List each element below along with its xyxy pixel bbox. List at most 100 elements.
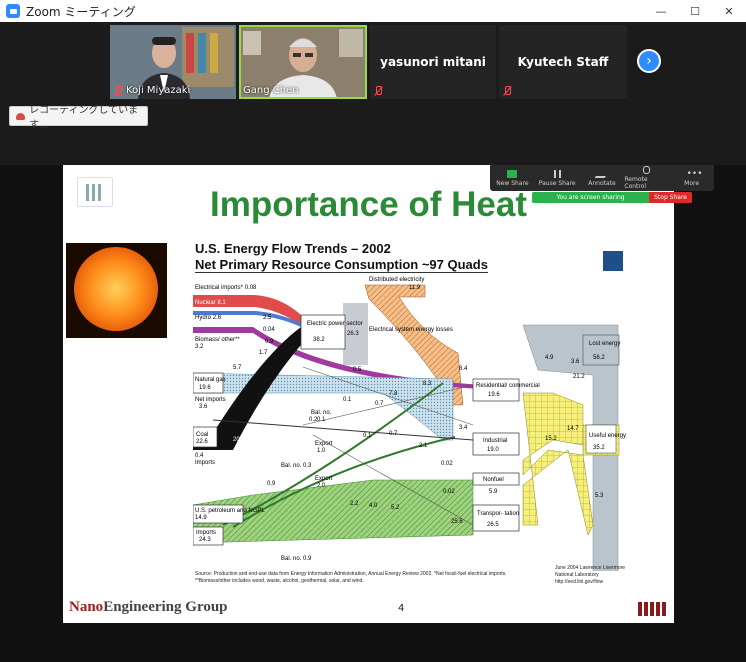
window-title: Zoom ミーティング (26, 4, 136, 19)
close-icon[interactable]: ✕ (712, 0, 746, 22)
share-toolbar: New Share Pause Share Annotate Remote Co… (490, 165, 714, 191)
flow-label: 0.7 (375, 401, 384, 407)
mouse-icon (643, 166, 651, 174)
chart-subtitle: Net Primary Resource Consumption ~97 Qua… (195, 257, 488, 273)
chevron-right-icon: › (646, 53, 652, 69)
label-bal-no-3: Bal. no. 0.9 (281, 556, 312, 562)
flow-label: 20.0 (233, 437, 245, 443)
participant-tile-koji[interactable]: Koji Miyazaki (110, 25, 236, 99)
value-electric-power: 38.2 (313, 337, 325, 343)
recording-label: レコーディングしています... (29, 105, 139, 131)
value-net-imports: 3.6 (199, 404, 208, 410)
flow-label: 5.2 (391, 505, 400, 511)
chart-credit: June 2004 Lawrence Livermore National La… (555, 565, 626, 585)
value-distributed-electricity: 11.9 (409, 285, 421, 291)
participant-gallery: Koji Miyazaki Gang Chen yasunori mitani … (0, 22, 746, 165)
label-oil-imports: Imports (196, 530, 216, 536)
sun-image (66, 243, 167, 338)
pause-icon (553, 169, 561, 178)
window-controls: — ☐ ✕ (644, 0, 746, 22)
label-biomass: Biomass/ other** (195, 337, 240, 343)
zoom-app-icon (6, 4, 20, 18)
sharing-status-text: You are screen sharing (556, 194, 625, 201)
value-export-1: 1.0 (317, 448, 326, 454)
flow-label: 8.3 (423, 381, 432, 387)
participant-tile-yasunori[interactable]: yasunori mitani (370, 25, 496, 99)
new-share-icon (507, 169, 518, 178)
label-electrical-imports: Electrical imports* 0.08 (195, 285, 257, 291)
label-system-losses: Electrical system energy losses (369, 327, 453, 333)
label-petroleum: U.S. petroleum and NGPL (195, 508, 265, 514)
page-number: 4 (398, 603, 405, 614)
participant-tile-gang[interactable]: Gang Chen (239, 25, 367, 99)
label-coal: Coal (196, 432, 208, 438)
value-oil-imports: 24.3 (199, 537, 211, 543)
more-button[interactable]: ••• More (669, 165, 714, 191)
pause-share-label: Pause Share (538, 179, 576, 187)
flow-label: 0.9 (265, 339, 274, 345)
flow-label: 0.7 (389, 431, 398, 437)
participant-name: Koji Miyazaki (126, 85, 191, 96)
flow-label: 3.6 (571, 359, 580, 365)
value-export-2: 2.0 (317, 483, 326, 489)
maximize-icon[interactable]: ☐ (678, 0, 712, 22)
annotate-button[interactable]: Annotate (580, 165, 625, 191)
remote-control-button[interactable]: Remote Control (624, 165, 669, 191)
value-bal-no-1: 0.1 (317, 417, 326, 423)
value-natural-gas: 19.6 (199, 385, 211, 391)
participant-name: Kyutech Staff (517, 55, 609, 69)
more-label: More (684, 179, 700, 187)
value-residential: 19.6 (488, 392, 500, 398)
label-coal-imports: Imports (195, 460, 215, 466)
mic-muted-icon (114, 85, 123, 96)
flow-label: 5.7 (233, 365, 242, 371)
flow-label: 0.02 (443, 489, 455, 495)
mic-muted-icon (503, 86, 512, 96)
footer-nano: Nano (69, 599, 104, 615)
value-industrial: 19.0 (487, 447, 499, 453)
useful-energy-band (522, 392, 594, 536)
value-biomass: 3.2 (195, 344, 204, 350)
minimize-icon[interactable]: — (644, 0, 678, 22)
flow-label: 7.8 (389, 391, 398, 397)
annotate-label: Annotate (588, 179, 616, 187)
next-page-button[interactable]: › (637, 49, 661, 73)
flow-label: 4.9 (545, 355, 554, 361)
flow-label: 14.7 (567, 426, 579, 432)
flow-label: 0.1 (363, 433, 372, 439)
flow-label: 3.4 (459, 425, 468, 431)
llnl-logo-icon (603, 251, 623, 271)
chart-title: U.S. Energy Flow Trends – 2002 (195, 241, 391, 256)
label-net-imports: Net imports (195, 397, 226, 403)
value-petroleum: 14.9 (195, 515, 207, 521)
mit-logo-icon (638, 602, 666, 616)
label-lost-energy: Lost energy (589, 341, 620, 347)
flow-label: 2.2 (350, 501, 359, 507)
label-industrial: Industrial (483, 438, 507, 444)
screen-sharing-status: You are screen sharing Stop Share (532, 192, 692, 203)
flow-label: 1.7 (259, 350, 268, 356)
label-nonfuel: Nonfuel (483, 477, 504, 483)
value-coal-imports: 0.4 (195, 453, 204, 459)
pencil-icon (594, 169, 610, 178)
flow-label: 0.02 (441, 461, 453, 467)
flow-label: 21.2 (573, 374, 585, 380)
flow-label: 2.5 (263, 315, 272, 321)
cloud-recording-icon (16, 112, 26, 120)
flow-label: 0.1 (343, 397, 352, 403)
stop-share-label: Stop Share (654, 194, 687, 201)
flow-label: 8.4 (459, 366, 468, 372)
window-titlebar: Zoom ミーティング — ☐ ✕ (0, 0, 746, 22)
pause-share-button[interactable]: Pause Share (535, 165, 580, 191)
label-useful-energy: Useful energy (589, 433, 626, 439)
slide-footer: NanoEngineering Group (69, 599, 228, 616)
participant-tile-kyutech[interactable]: Kyutech Staff (499, 25, 627, 99)
stop-share-button[interactable]: Stop Share (649, 192, 692, 203)
label-bal-no-2: Bal. no. 0.3 (281, 463, 312, 469)
new-share-button[interactable]: New Share (490, 165, 535, 191)
value-system-losses: 26.3 (347, 331, 359, 337)
recording-indicator[interactable]: レコーディングしています... (9, 105, 148, 131)
flow-label: 0.04 (263, 327, 275, 333)
remote-control-label: Remote Control (624, 176, 648, 190)
label-nuclear: Nuclear 8.1 (195, 300, 226, 306)
